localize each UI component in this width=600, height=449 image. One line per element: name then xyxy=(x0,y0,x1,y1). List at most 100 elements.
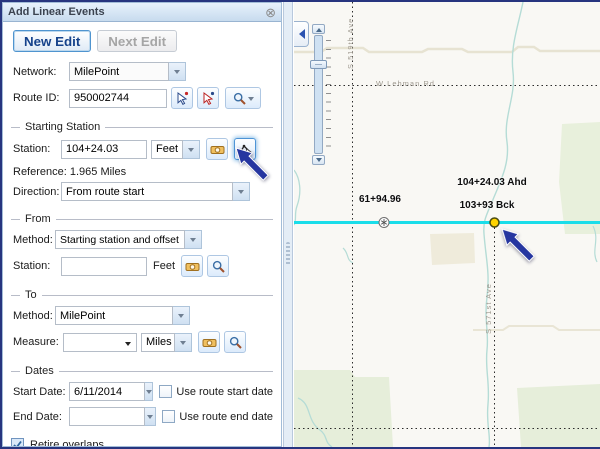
map-annotation-arrow xyxy=(496,223,537,264)
station-marker[interactable] xyxy=(379,218,389,228)
end-date-label: End Date: xyxy=(13,411,69,423)
clear-route-selection-button[interactable] xyxy=(197,87,219,109)
starting-station-legend: Starting Station xyxy=(20,121,105,133)
chevron-down-icon xyxy=(248,97,254,104)
retire-overlaps-label: Retire overlaps xyxy=(30,439,104,448)
measure-tool-button[interactable] xyxy=(198,331,220,353)
map-decorations xyxy=(294,2,600,447)
route-pointer-icon xyxy=(175,91,189,105)
panel-map-splitter[interactable] xyxy=(283,2,293,447)
map-canvas[interactable]: W Lehman Rd S 519th Ave S 571st Ave 61+9… xyxy=(294,2,600,447)
measure-select[interactable] xyxy=(63,333,137,352)
road-label-lehman: W Lehman Rd xyxy=(376,79,435,88)
search-icon xyxy=(233,92,246,105)
pick-location-icon xyxy=(238,142,252,156)
pick-station-on-map-button[interactable] xyxy=(234,138,256,160)
measure-unit-value: Miles xyxy=(141,333,175,352)
search-icon xyxy=(212,260,225,273)
station-label-back: 103+93 Bck xyxy=(460,200,515,211)
search-icon xyxy=(229,336,242,349)
direction-label: Direction: xyxy=(13,186,61,198)
splitter-grip-icon xyxy=(286,242,290,266)
panel-titlebar: Add Linear Events ⊗ xyxy=(3,3,281,22)
use-route-end-date-label: Use route end date xyxy=(179,411,273,423)
measure-station-button[interactable] xyxy=(206,138,228,160)
stream xyxy=(343,248,353,263)
network-label: Network: xyxy=(13,66,69,78)
route-id-input[interactable] xyxy=(69,89,167,108)
station-input[interactable] xyxy=(61,140,147,159)
zoom-slider-track[interactable] xyxy=(314,35,323,154)
collapse-panel-button[interactable] xyxy=(294,21,309,47)
zoom-slider-thumb[interactable] xyxy=(310,60,327,69)
to-method-combo[interactable]: MilePoint xyxy=(55,306,190,325)
measure-unit-combo[interactable]: Miles xyxy=(141,333,192,352)
from-legend: From xyxy=(20,213,56,225)
greenbelt-patch xyxy=(517,384,600,447)
retire-overlaps-checkbox[interactable] xyxy=(11,438,24,447)
measure-label: Measure: xyxy=(13,336,63,348)
from-method-label: Method: xyxy=(13,234,55,246)
route-id-label: Route ID: xyxy=(13,92,69,104)
to-legend: To xyxy=(20,289,42,301)
from-station-label: Station: xyxy=(13,260,61,272)
reference-text: Reference: 1.965 Miles xyxy=(13,166,126,178)
add-linear-events-panel: Add Linear Events ⊗ New Edit Next Edit N… xyxy=(2,2,282,447)
next-edit-button[interactable]: Next Edit xyxy=(97,30,177,52)
from-station-unit: Feet xyxy=(153,260,175,272)
slider-up-button[interactable] xyxy=(312,24,325,34)
direction-combo[interactable]: From route start xyxy=(61,182,250,201)
chevron-down-icon[interactable] xyxy=(173,306,190,325)
start-date-label: Start Date: xyxy=(13,386,69,398)
use-route-start-date-checkbox[interactable] xyxy=(159,385,172,398)
from-station-search-button[interactable] xyxy=(207,255,229,277)
station-label: Station: xyxy=(13,143,61,155)
network-value: MilePoint xyxy=(69,62,169,81)
select-route-on-map-button[interactable] xyxy=(171,87,193,109)
calendar-dropdown-icon[interactable] xyxy=(145,407,156,426)
slider-down-button[interactable] xyxy=(312,155,325,165)
from-fieldset: From xyxy=(11,213,273,225)
start-date-input[interactable] xyxy=(69,382,145,401)
dates-fieldset: Dates xyxy=(11,365,273,377)
road-label-571st: S 571st Ave xyxy=(484,270,493,334)
starting-station-fieldset: Starting Station xyxy=(11,121,273,133)
chevron-down-icon[interactable] xyxy=(183,140,200,159)
chevron-down-icon[interactable] xyxy=(233,182,250,201)
station-gauge-icon xyxy=(185,260,200,272)
measure-search-button[interactable] xyxy=(224,331,246,353)
triangle-up-icon xyxy=(316,25,322,32)
greenbelt-patch xyxy=(294,370,393,447)
end-date-input[interactable] xyxy=(69,407,145,426)
from-method-combo[interactable]: Starting station and offset xyxy=(55,230,202,249)
route-pointer-clear-icon xyxy=(201,91,215,105)
from-measure-station-button[interactable] xyxy=(181,255,203,277)
field-patch xyxy=(430,233,475,265)
direction-value: From route start xyxy=(61,182,233,201)
chevron-left-icon xyxy=(294,29,305,39)
network-combo[interactable]: MilePoint xyxy=(69,62,186,81)
from-station-input[interactable] xyxy=(61,257,147,276)
new-edit-button[interactable]: New Edit xyxy=(13,30,91,52)
from-method-value: Starting station and offset xyxy=(55,230,185,249)
use-route-end-date-checkbox[interactable] xyxy=(162,410,175,423)
panel-title: Add Linear Events xyxy=(8,6,265,18)
calendar-dropdown-icon[interactable] xyxy=(145,382,153,401)
chevron-down-icon[interactable] xyxy=(169,62,186,81)
dates-legend: Dates xyxy=(20,365,59,377)
station-unit-combo[interactable]: Feet xyxy=(151,140,200,159)
chevron-down-icon[interactable] xyxy=(175,333,192,352)
zoom-slider-ticks xyxy=(326,40,331,152)
road-label-519th: S 519th Ave xyxy=(346,5,355,69)
close-icon[interactable]: ⊗ xyxy=(265,6,276,19)
use-route-start-date-label: Use route start date xyxy=(176,386,273,398)
selected-point-marker[interactable] xyxy=(490,218,499,227)
station-label-mid: 61+94.96 xyxy=(359,194,401,205)
triangle-down-icon xyxy=(316,158,322,165)
route-search-dropdown-button[interactable] xyxy=(225,87,261,109)
greenbelt-patch xyxy=(559,122,600,234)
chevron-down-icon[interactable] xyxy=(185,230,202,249)
app-window: { "panel": { "title": "Add Linear Events… xyxy=(0,0,600,449)
stream xyxy=(294,170,300,225)
station-unit-value: Feet xyxy=(151,140,183,159)
